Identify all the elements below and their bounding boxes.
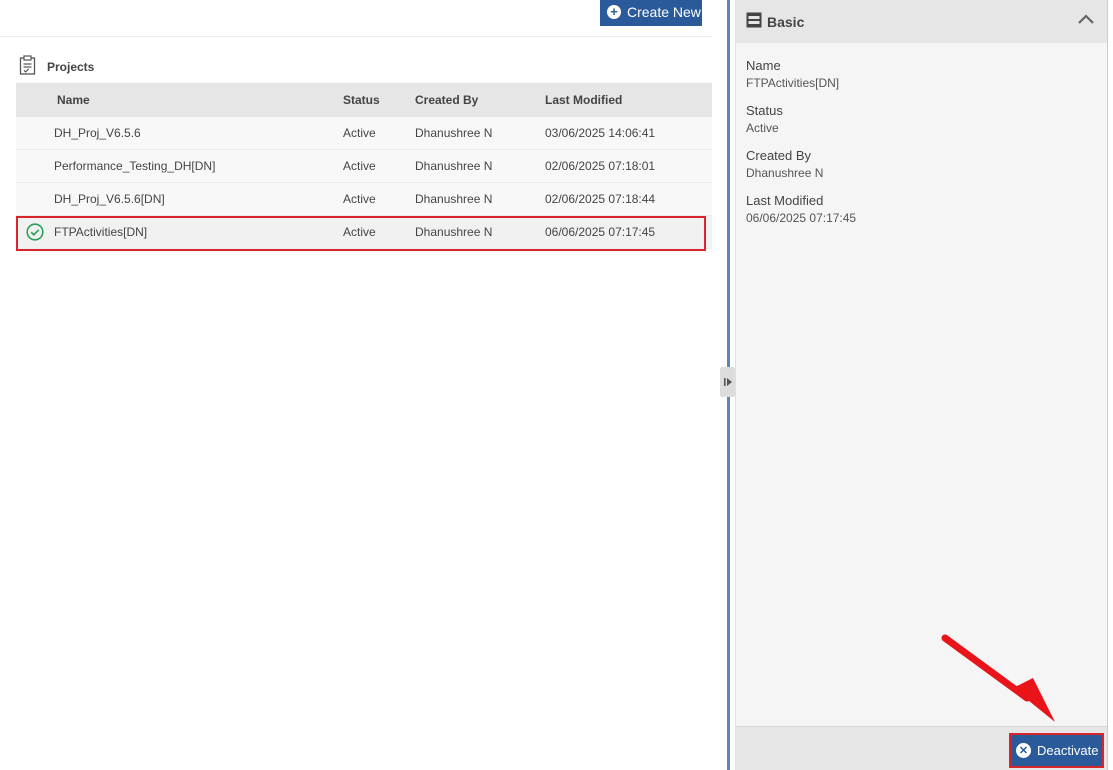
field-value-status: Active [746,121,779,135]
projects-table: Name Status Created By Last Modified DH_… [16,83,712,249]
column-header-created-by[interactable]: Created By [415,93,545,107]
cell-status: Active [343,126,376,140]
field-label-last-modified: Last Modified [746,193,824,208]
column-header-status[interactable]: Status [343,93,415,107]
cell-status: Active [343,159,376,173]
cell-last-modified: 03/06/2025 14:06:41 [545,126,656,140]
clipboard-icon [19,55,36,78]
table-row[interactable]: DH_Proj_V6.5.6[DN] Active Dhanushree N 0… [16,183,712,216]
create-new-label: Create New [627,4,701,20]
details-panel: Basic Name FTPActivities[DN] Status Acti… [735,0,1108,770]
selected-check-icon[interactable] [16,223,54,241]
cell-created-by: Dhanushree N [415,225,493,239]
cell-created-by: Dhanushree N [415,192,493,206]
field-value-name: FTPActivities[DN] [746,76,840,90]
cell-status: Active [343,225,376,239]
background-window-edge [1107,0,1113,770]
chevron-up-icon[interactable] [1077,12,1095,29]
basic-section-title: Basic [767,13,805,30]
projects-title: Projects [47,59,95,74]
deactivate-button[interactable]: ✕ Deactivate [1009,733,1104,768]
cell-status: Active [343,192,376,206]
table-row[interactable]: Performance_Testing_DH[DN] Active Dhanus… [16,150,712,183]
column-header-last-modified[interactable]: Last Modified [545,93,712,107]
close-circle-icon: ✕ [1016,743,1031,758]
cell-last-modified: 06/06/2025 07:17:45 [545,225,656,239]
table-row-selected[interactable]: FTPActivities[DN] Active Dhanushree N 06… [16,216,712,249]
field-value-created-by: Dhanushree N [746,166,824,180]
create-new-button[interactable]: + Create New [600,0,702,26]
table-row[interactable]: DH_Proj_V6.5.6 Active Dhanushree N 03/06… [16,117,712,150]
splitter-toggle-icon[interactable] [720,367,735,397]
divider [0,36,712,37]
cell-created-by: Dhanushree N [415,159,493,173]
projects-pane: + Create New Projects Name Status Create… [0,0,725,770]
field-label-name: Name [746,58,781,73]
plus-icon: + [607,5,621,19]
cell-name: FTPActivities[DN] [54,225,148,239]
details-footer: ✕ Deactivate [736,726,1108,770]
basic-fields: Name FTPActivities[DN] Status Active Cre… [736,43,1107,253]
cell-name: DH_Proj_V6.5.6 [54,126,141,140]
deactivate-label: Deactivate [1037,743,1099,758]
table-header: Name Status Created By Last Modified [16,83,712,117]
field-label-status: Status [746,103,783,118]
cell-last-modified: 02/06/2025 07:18:01 [545,159,656,173]
cell-name: Performance_Testing_DH[DN] [54,159,216,173]
cell-last-modified: 02/06/2025 07:18:44 [545,192,656,206]
cell-created-by: Dhanushree N [415,126,493,140]
field-label-created-by: Created By [746,148,812,163]
projects-header: Projects [19,55,94,78]
cell-name: DH_Proj_V6.5.6[DN] [54,192,165,206]
column-header-name[interactable]: Name [54,93,343,107]
basic-section-header[interactable]: Basic [736,0,1107,43]
form-icon [746,12,762,31]
field-value-last-modified: 06/06/2025 07:17:45 [746,211,857,225]
